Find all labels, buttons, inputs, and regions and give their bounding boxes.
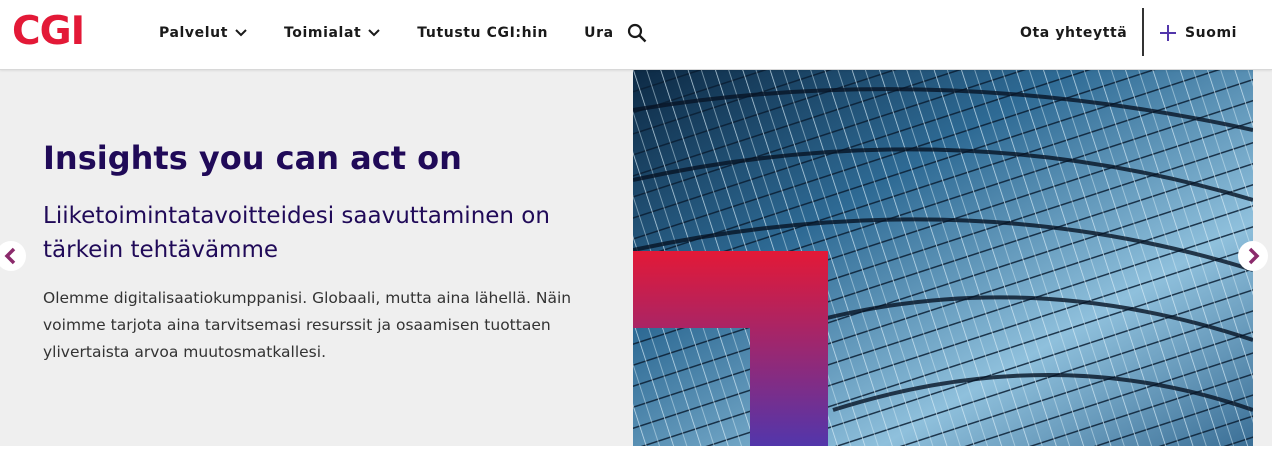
nav-item-label: Tutustu CGI:hin [417, 25, 549, 41]
chevron-down-icon [235, 29, 247, 37]
nav-item-tutustu[interactable]: Tutustu CGI:hin [417, 25, 548, 41]
hero-image [633, 70, 1253, 446]
chevron-left-icon [4, 247, 16, 265]
hero-body: Olemme digitalisaatiokumppanisi. Globaal… [43, 289, 572, 361]
carousel-next-button[interactable] [1238, 241, 1268, 271]
building-facade-image [633, 70, 1253, 446]
page-bottom-strip [0, 446, 1272, 469]
cgi-logo[interactable]: CGI [12, 8, 85, 56]
main-nav: Palvelut Toimialat Tutustu CGI:hin Ura [159, 0, 650, 66]
language-selector[interactable]: Suomi [1159, 0, 1237, 66]
header-divider [1142, 8, 1144, 56]
nav-item-label: Palvelut [159, 25, 229, 41]
chevron-right-icon [1248, 247, 1260, 265]
nav-item-palvelut[interactable]: Palvelut [159, 25, 248, 41]
search-icon[interactable] [627, 23, 647, 43]
chevron-down-icon [368, 29, 381, 37]
nav-item-toimialat[interactable]: Toimialat [284, 25, 381, 41]
nav-item-label: Toimialat [284, 25, 362, 41]
hero-subtitle: Liiketoimintatavoitteidesi saavuttaminen… [43, 203, 550, 263]
site-header: CGI Palvelut Toimialat Tutustu CGI:hin U… [0, 0, 1272, 70]
nav-item-ura[interactable]: Ura [584, 25, 614, 41]
hero-title: Insights you can act on [43, 139, 462, 177]
plus-icon [1160, 25, 1176, 41]
contact-link[interactable]: Ota yhteyttä [1020, 0, 1127, 66]
language-label: Suomi [1185, 25, 1238, 41]
nav-item-label: Ura [584, 25, 614, 41]
